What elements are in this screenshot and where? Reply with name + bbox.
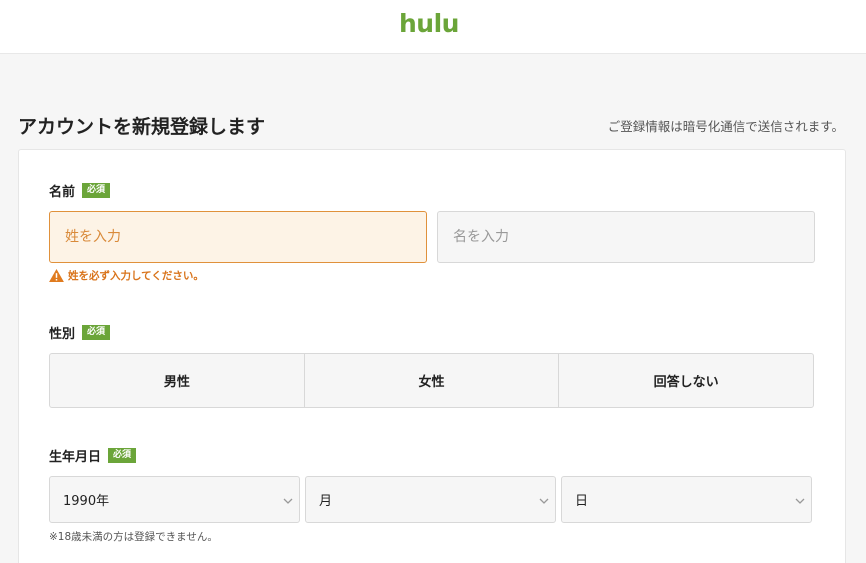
birth-month-select[interactable]: 月 <box>305 476 556 523</box>
name-label-row: 名前 必須 <box>49 181 111 200</box>
gender-male-button[interactable]: 男性 <box>50 354 304 407</box>
error-text: 姓を必ず入力してください。 <box>68 270 204 282</box>
required-badge: 必須 <box>82 183 111 198</box>
birthdate-label: 生年月日 <box>49 450 102 465</box>
birth-day-value: 日 <box>575 494 589 509</box>
chevron-down-icon <box>795 498 805 504</box>
birth-day-select[interactable]: 日 <box>561 476 812 523</box>
birth-year-value: 1990年 <box>63 494 110 509</box>
first-name-input[interactable] <box>437 211 815 263</box>
birth-year-select[interactable]: 1990年 <box>49 476 300 523</box>
chevron-down-icon <box>539 498 549 504</box>
last-name-input[interactable] <box>49 211 427 263</box>
secure-transmission-note: ご登録情報は暗号化通信で送信されます。 <box>607 119 844 134</box>
gender-female-button[interactable]: 女性 <box>303 354 559 407</box>
birth-month-value: 月 <box>319 494 333 509</box>
gender-label: 性別 <box>49 327 76 342</box>
hulu-logo[interactable]: hulu <box>399 9 459 38</box>
gender-label-row: 性別 必須 <box>49 323 111 342</box>
warning-icon <box>49 269 64 282</box>
chevron-down-icon <box>283 498 293 504</box>
page-title: アカウントを新規登録します <box>18 116 266 138</box>
birthdate-label-row: 生年月日 必須 <box>49 446 137 465</box>
name-label: 名前 <box>49 185 76 200</box>
site-header: hulu <box>0 0 866 54</box>
age-restriction-note: ※18歳未満の方は登録できません。 <box>49 531 218 543</box>
gender-no-answer-button[interactable]: 回答しない <box>558 354 813 407</box>
required-badge: 必須 <box>108 448 137 463</box>
last-name-error: 姓を必ず入力してください。 <box>49 268 204 283</box>
required-badge: 必須 <box>82 325 111 340</box>
gender-selector: 男性 女性 回答しない <box>49 353 814 408</box>
